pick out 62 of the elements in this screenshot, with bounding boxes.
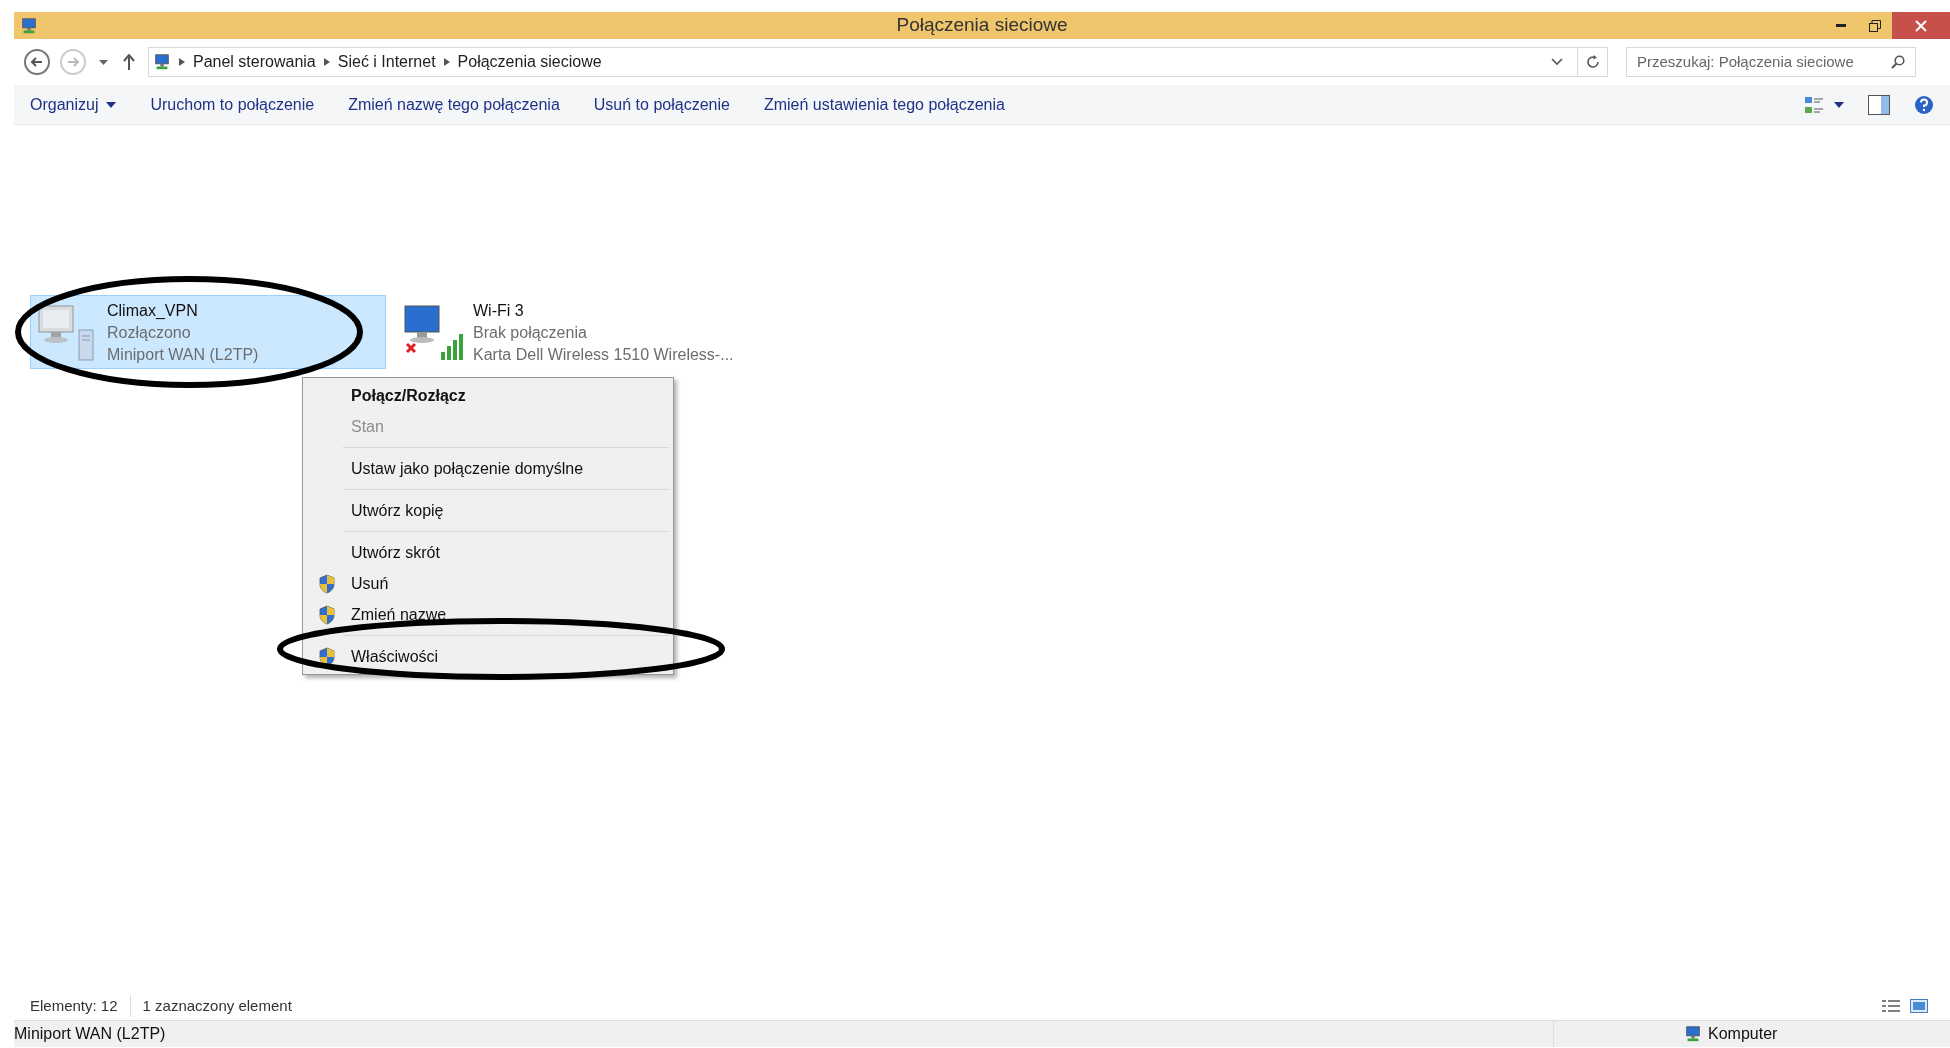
- caret-icon: [106, 101, 117, 108]
- window-title: Połączenia sieciowe: [896, 13, 1068, 38]
- shield-icon: [318, 573, 336, 594]
- toolbar-button[interactable]: Zmień ustawienia tego połączenia: [763, 85, 1005, 124]
- pane-icon: [1868, 94, 1890, 115]
- selected-description: Miniport WAN (L2TP): [14, 1021, 1554, 1047]
- details-view-button[interactable]: [1882, 999, 1900, 1013]
- connection-name: Wi-Fi 3: [473, 301, 525, 321]
- search-input[interactable]: Przeszukaj: Połączenia sieciowe: [1637, 50, 1885, 74]
- menu-item[interactable]: Usuń: [303, 568, 673, 599]
- caret-icon: [98, 59, 108, 65]
- connection-device: Karta Dell Wireless 1510 Wireless-...: [473, 345, 734, 365]
- refresh-icon: [1585, 55, 1600, 69]
- menu-item[interactable]: Utwórz skrót: [303, 526, 673, 568]
- search-icon: [1891, 55, 1905, 69]
- details-view-icon: [1882, 999, 1900, 1013]
- toolbar-button[interactable]: Zmień nazwę tego połączenia: [348, 85, 560, 124]
- minimize-icon: [1836, 24, 1846, 27]
- breadcrumb-item[interactable]: Sieć i Internet: [337, 50, 436, 74]
- back-arrow-icon: [31, 57, 43, 67]
- help-button[interactable]: [1914, 94, 1934, 115]
- view-list-icon: [1804, 94, 1824, 115]
- network-icon: [1684, 1025, 1702, 1043]
- item-count: Elementy: 12: [30, 994, 131, 1018]
- menu-item[interactable]: Ustaw jako połączenie domyślne: [303, 442, 673, 484]
- forward-arrow-icon: [67, 57, 79, 67]
- help-icon: [1914, 94, 1934, 115]
- address-bar[interactable]: Panel sterowania Sieć i Internet Połączenia sieciowe: [148, 47, 1608, 77]
- close-icon: [1915, 19, 1927, 32]
- close-button[interactable]: [1892, 12, 1950, 39]
- up-arrow-icon: [123, 54, 135, 70]
- location-label: Komputer: [1708, 1024, 1778, 1044]
- preview-pane-button[interactable]: [1868, 94, 1890, 115]
- chevron-icon: [179, 58, 185, 66]
- connection-status: Brak połączenia: [473, 323, 588, 343]
- dropdown-chevron-icon: [1551, 58, 1563, 66]
- network-icon: [153, 53, 171, 71]
- chevron-icon: [323, 58, 330, 66]
- network-icon: [20, 16, 38, 35]
- large-icons-view-icon: [1910, 999, 1928, 1013]
- search-field[interactable]: Przeszukaj: Połączenia sieciowe: [1626, 47, 1916, 77]
- connection-item[interactable]: Climax_VPN Rozłączono Miniport WAN (L2TP): [30, 295, 386, 369]
- toolbar-button[interactable]: Usuń to połączenie: [593, 85, 730, 124]
- toolbar-button[interactable]: Uruchom to połączenie: [150, 85, 315, 124]
- caret-icon: [1834, 101, 1844, 108]
- menu-item[interactable]: Utwórz kopię: [303, 484, 673, 526]
- back-button[interactable]: [24, 49, 50, 75]
- chevron-icon: [443, 58, 450, 66]
- toolbar-button[interactable]: Organizuj: [30, 85, 117, 124]
- breadcrumb-item[interactable]: Panel sterowania: [193, 50, 316, 74]
- connection-device: Miniport WAN (L2TP): [107, 345, 259, 365]
- menu-item[interactable]: Połącz/Rozłącz: [303, 380, 673, 411]
- large-icons-view-button[interactable]: [1910, 999, 1928, 1013]
- breadcrumb-item[interactable]: Połączenia sieciowe: [457, 50, 602, 74]
- view-options-button[interactable]: [1804, 94, 1844, 115]
- connection-status: Rozłączono: [107, 323, 192, 343]
- selection-count: 1 zaznaczony element: [141, 995, 292, 1016]
- restore-icon: [1869, 19, 1881, 32]
- shield-icon: [318, 604, 336, 625]
- connection-name: Climax_VPN: [107, 301, 199, 321]
- connection-item[interactable]: Wi-Fi 3 Brak połączenia Karta Dell Wireless 1510 Wireless-...: [396, 295, 752, 369]
- shield-icon: [318, 646, 336, 667]
